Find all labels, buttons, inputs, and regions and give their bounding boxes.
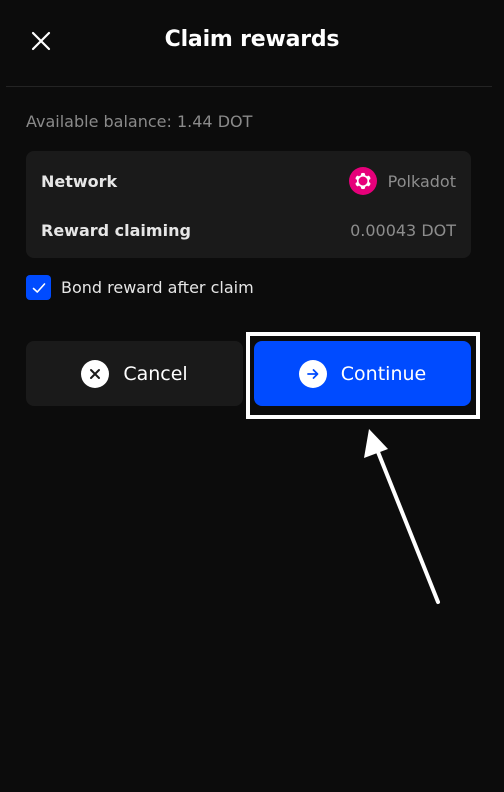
- reward-row: Reward claiming 0.00043 DOT: [41, 218, 456, 242]
- network-value: Polkadot: [348, 167, 456, 195]
- reward-label: Reward claiming: [41, 220, 191, 240]
- reward-value: 0.00043 DOT: [350, 220, 456, 240]
- network-name: Polkadot: [387, 171, 456, 191]
- network-label: Network: [41, 171, 118, 191]
- cancel-button[interactable]: Cancel: [26, 341, 243, 406]
- available-balance: Available balance: 1.44 DOT: [26, 112, 253, 131]
- network-row: Network Polkadot: [41, 167, 456, 195]
- check-icon: [32, 282, 45, 293]
- cancel-label: Cancel: [123, 362, 188, 385]
- polkadot-logo-icon: [348, 167, 377, 195]
- close-circle-icon: [81, 359, 110, 388]
- page-title: Claim rewards: [164, 27, 340, 52]
- bond-reward-label[interactable]: Bond reward after claim: [61, 278, 254, 297]
- info-card: Network Polkadot Reward claiming 0.00043…: [26, 151, 471, 258]
- header: Claim rewards: [0, 0, 504, 86]
- bond-reward-checkbox[interactable]: [26, 275, 51, 300]
- header-divider: [6, 86, 492, 87]
- highlight-box: [246, 332, 480, 419]
- bond-reward-option: Bond reward after claim: [26, 275, 254, 300]
